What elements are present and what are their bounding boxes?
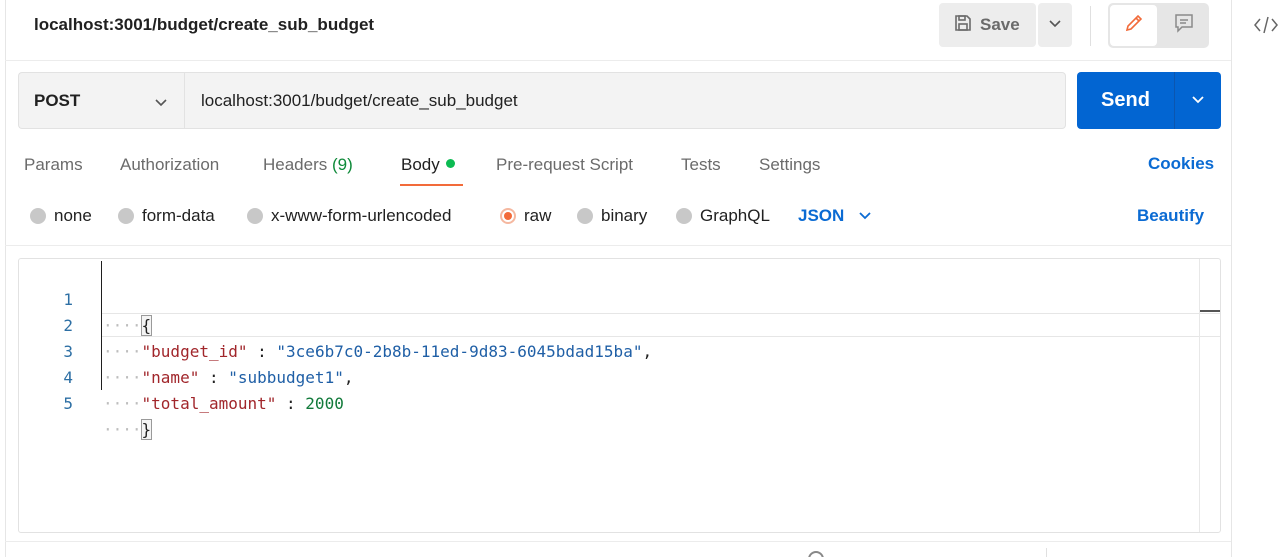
tab-params[interactable]: Params — [24, 154, 83, 176]
line-content: ····} — [103, 417, 153, 443]
pencil-icon — [1123, 12, 1145, 39]
request-title: localhost:3001/budget/create_sub_budget — [34, 15, 375, 34]
code-line: 5 ····} — [19, 365, 1199, 440]
line-content: ····"total_amount" : 2000 — [103, 391, 344, 417]
beautify-link[interactable]: Beautify — [1137, 206, 1204, 226]
json-key: "total_amount" — [141, 394, 277, 413]
radio-circle — [676, 208, 692, 224]
code-editor[interactable]: 1 ····{ 2 ····"budget_id" : "3ce6b7c0-2b… — [18, 258, 1221, 533]
chevron-down-icon — [858, 206, 872, 226]
radio-raw[interactable]: raw — [500, 206, 551, 226]
radio-graphql[interactable]: GraphQL — [676, 206, 770, 226]
body-divider-line — [5, 245, 1231, 246]
comment-icon — [1173, 12, 1195, 39]
radio-form-data[interactable]: form-data — [118, 206, 215, 226]
headers-count: (9) — [332, 155, 353, 174]
chevron-down-icon — [1191, 92, 1205, 110]
comment-mode-button[interactable] — [1160, 5, 1207, 46]
radio-circle — [247, 208, 263, 224]
left-border — [5, 0, 6, 557]
radio-circle — [577, 208, 593, 224]
url-input[interactable]: localhost:3001/budget/create_sub_budget — [184, 72, 1066, 129]
method-label: POST — [34, 90, 81, 110]
whitespace-marker: ···· — [103, 394, 142, 413]
close-brace: } — [140, 419, 153, 440]
tab-pre-request-script[interactable]: Pre-request Script — [496, 154, 633, 176]
send-button[interactable]: Send — [1077, 72, 1174, 129]
radio-none-label: none — [54, 206, 92, 225]
cookies-link[interactable]: Cookies — [1148, 154, 1214, 174]
colon: : — [276, 394, 306, 413]
radio-circle — [30, 208, 46, 224]
radio-x-www-form-urlencoded[interactable]: x-www-form-urlencoded — [247, 206, 451, 226]
json-number-value: 2000 — [305, 394, 344, 413]
method-select[interactable]: POST — [18, 72, 184, 129]
save-button[interactable]: Save — [939, 3, 1036, 47]
radio-circle-selected — [500, 208, 516, 224]
tab-body[interactable]: Body — [401, 154, 455, 176]
code-line: 1 ····{ — [19, 261, 1199, 336]
code-line: 2 ····"budget_id" : "3ce6b7c0-2b8b-11ed-… — [19, 287, 1199, 361]
tab-body-label: Body — [401, 155, 440, 174]
chevron-down-icon — [154, 95, 168, 113]
bottom-divider-line — [5, 541, 1231, 542]
body-indicator-dot — [445, 159, 455, 168]
radio-binary[interactable]: binary — [577, 206, 647, 226]
radio-urlencoded-label: x-www-form-urlencoded — [271, 206, 452, 225]
radio-binary-label: binary — [601, 206, 648, 225]
format-select[interactable]: JSON — [798, 206, 872, 226]
send-options-button[interactable] — [1175, 72, 1221, 129]
header-divider-line — [5, 60, 1231, 61]
edit-mode-button[interactable] — [1110, 5, 1157, 46]
radio-graphql-label: GraphQL — [700, 206, 770, 225]
radio-raw-label: raw — [524, 206, 552, 225]
save-options-button[interactable] — [1038, 3, 1072, 47]
save-icon — [953, 13, 973, 38]
bottom-divider-tick — [1046, 548, 1047, 557]
whitespace-marker: ···· — [103, 420, 142, 439]
code-line: 3 ····"name" : "subbudget1", — [19, 313, 1199, 387]
scrollbar[interactable] — [1199, 259, 1200, 532]
status-circle-icon — [808, 551, 824, 557]
header-divider — [1090, 6, 1091, 46]
save-label: Save — [980, 15, 1020, 34]
tab-headers-label: Headers — [263, 155, 328, 174]
scroll-position-marker — [1200, 310, 1220, 312]
code-snippet-icon[interactable] — [1253, 14, 1279, 36]
active-tab-underline — [400, 184, 463, 186]
format-label: JSON — [798, 206, 845, 225]
radio-none[interactable]: none — [30, 206, 92, 226]
chevron-down-icon — [1048, 16, 1062, 34]
mode-toggle — [1108, 3, 1209, 48]
radio-circle — [118, 208, 134, 224]
code-line: 4 ····"total_amount" : 2000 — [19, 339, 1199, 413]
right-border — [1231, 0, 1232, 557]
tab-authorization[interactable]: Authorization — [120, 154, 219, 176]
line-number: 5 — [63, 394, 73, 413]
tab-headers[interactable]: Headers (9) — [263, 154, 353, 176]
radio-form-data-label: form-data — [142, 206, 215, 225]
tab-tests[interactable]: Tests — [681, 154, 721, 176]
tab-settings[interactable]: Settings — [759, 154, 820, 176]
